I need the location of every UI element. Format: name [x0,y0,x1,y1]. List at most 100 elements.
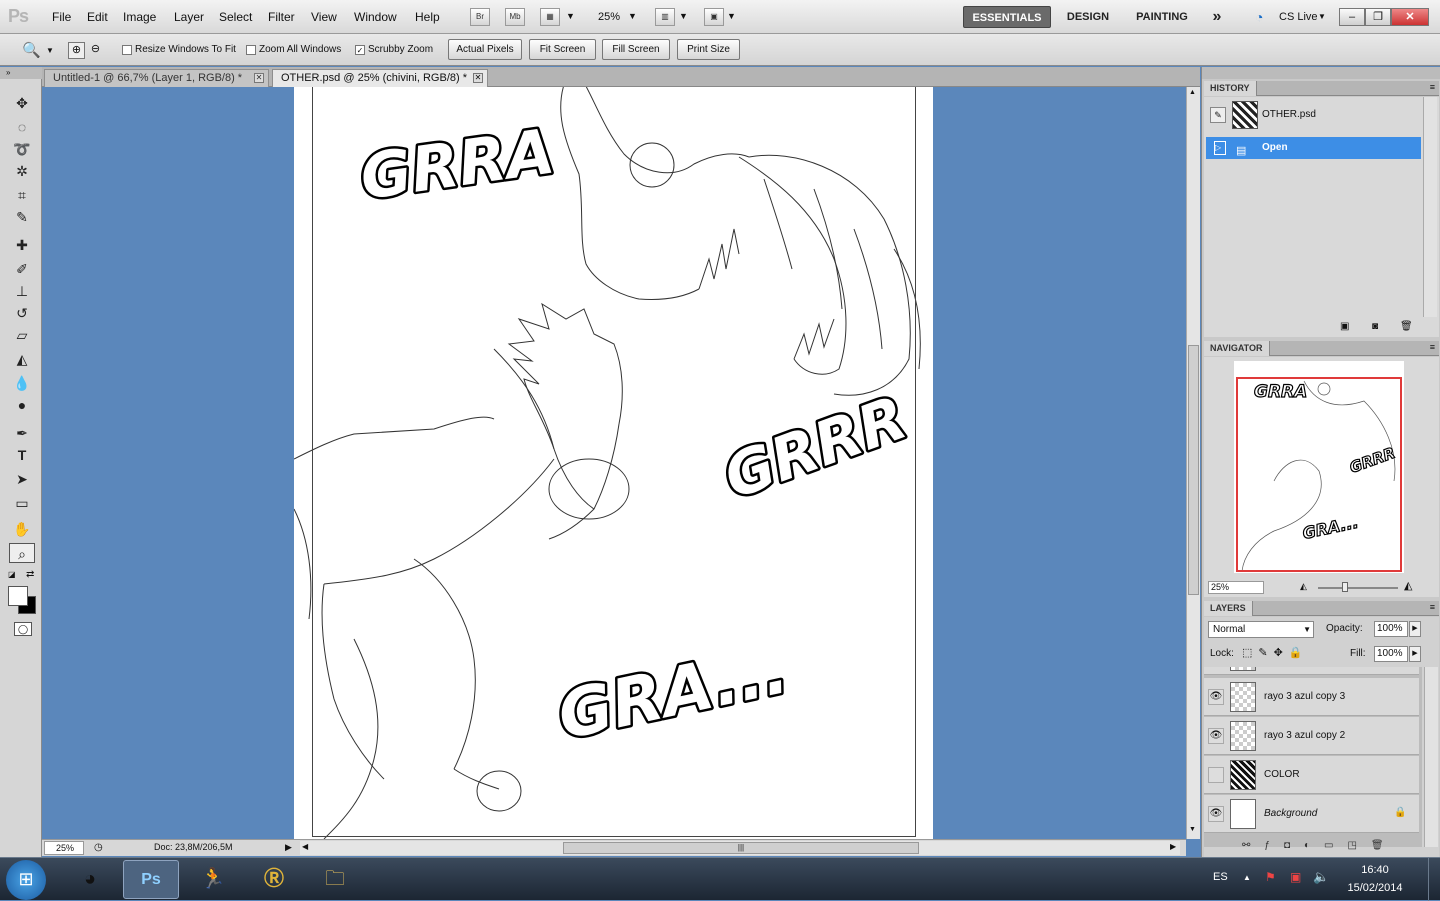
tab-untitled-1[interactable]: Untitled-1 @ 66,7% (Layer 1, RGB/8) * ✕ [44,69,269,87]
paint-bucket-tool-icon[interactable]: ◭ [9,349,35,369]
more-workspaces-button[interactable]: » [1205,6,1229,28]
workspace-design[interactable]: DESIGN [1060,6,1116,28]
dodge-tool-icon[interactable]: ● [9,395,35,415]
hand-tool-icon[interactable]: ✋ [9,519,35,539]
actual-pixels-button[interactable]: Actual Pixels [448,39,522,60]
clock-date[interactable]: 15/02/2014 [1340,882,1410,894]
type-tool-icon[interactable]: T [9,445,35,465]
screen-mode-dropdown-icon[interactable]: ▼ [727,11,736,21]
eyedropper-tool-icon[interactable]: ✎ [9,207,35,227]
menu-help[interactable]: Help [415,10,440,24]
foreground-color-swatch[interactable] [8,586,28,606]
zoom-in-mountain-icon[interactable]: ◭ [1404,579,1412,592]
status-menu-arrow-icon[interactable]: ▶ [285,842,292,853]
eraser-tool-icon[interactable]: ▱ [9,325,35,345]
tab-layers[interactable]: LAYERS [1204,601,1253,616]
fill-field[interactable]: 100% [1374,646,1408,662]
zoom-all-windows-checkbox[interactable]: Zoom All Windows [246,44,341,55]
zbrush-icon[interactable]: 🏃 [185,860,241,899]
show-hidden-icons-icon[interactable]: ▲ [1243,873,1251,882]
opacity-arrow-icon[interactable]: ▶ [1409,621,1421,637]
tab-history[interactable]: HISTORY [1204,81,1257,96]
menu-edit[interactable]: Edit [87,10,108,24]
minimize-button[interactable]: – [1339,8,1365,26]
menu-image[interactable]: Image [123,10,156,24]
menu-file[interactable]: File [52,10,71,24]
show-desktop-button[interactable] [1428,858,1440,901]
pen-tool-icon[interactable]: ✒ [9,423,35,443]
scrubby-zoom-checkbox[interactable]: ✓ Scrubby Zoom [355,44,433,55]
eye-icon[interactable]: 👁 [1208,689,1224,705]
lasso-tool-icon[interactable]: ➰ [9,139,35,159]
close-icon[interactable]: ✕ [254,73,264,83]
close-icon[interactable]: ✕ [473,73,483,83]
zoom-readout-field[interactable]: 25% [44,841,84,855]
menu-window[interactable]: Window [354,10,397,24]
zoom-dropdown-icon[interactable]: ▼ [628,11,637,21]
history-brush-tool-icon[interactable]: ↺ [9,303,35,323]
swap-colors-icon[interactable]: ⇄ [26,569,34,580]
zoom-out-icon[interactable]: ⊖ [87,42,104,59]
menu-select[interactable]: Select [219,10,252,24]
view-extras-button[interactable]: ▦ [540,8,560,26]
cs-live-menu[interactable]: CS Live [1279,11,1318,23]
panel-menu-icon[interactable]: ≡ [1430,342,1435,352]
language-indicator[interactable]: ES [1213,871,1228,883]
new-document-from-state-icon[interactable]: ▣ [1340,321,1349,332]
tool-preset-dropdown-icon[interactable]: ▼ [46,46,54,55]
vertical-scrollbar[interactable]: ▲ ▼ [1186,87,1200,839]
fit-screen-button[interactable]: Fit Screen [529,39,596,60]
mini-bridge-button[interactable]: Mb [505,8,525,26]
scroll-right-icon[interactable]: ▶ [1170,842,1176,851]
clock-time[interactable]: 16:40 [1345,864,1405,876]
crop-tool-icon[interactable]: ⌗ [9,185,35,205]
canvas-area[interactable]: GRRA GRRR GRA... GRRA GRRR GRA... [42,87,1186,839]
workspace-essentials[interactable]: ESSENTIALS [963,6,1051,28]
blur-tool-icon[interactable]: 💧 [9,373,35,393]
clone-stamp-tool-icon[interactable]: ⊥ [9,281,35,301]
trash-icon[interactable]: 🗑 [1400,321,1413,332]
zoom-tool-icon[interactable]: ⌕ [9,543,35,563]
layer-row-partial[interactable] [1204,667,1419,675]
blend-mode-select[interactable]: Normal ▼ [1208,621,1314,638]
screen-mode-button[interactable]: ▣ [704,8,724,26]
layer-row[interactable]: COLOR [1204,756,1419,794]
bridge-button[interactable]: Br [470,8,490,26]
arrange-dropdown-icon[interactable]: ▼ [679,11,688,21]
layer-actions-icons[interactable]: ⚯ƒ◘◐▭◳🗑 [1242,840,1398,851]
view-extras-dropdown-icon[interactable]: ▼ [566,11,575,21]
marquee-tool-icon[interactable]: ◌ [9,117,35,137]
fill-arrow-icon[interactable]: ▶ [1409,646,1421,662]
navigator-zoom-slider[interactable] [1318,587,1398,589]
menu-filter[interactable]: Filter [268,10,295,24]
start-button[interactable]: ⊞ [6,860,46,900]
history-step-open[interactable]: ▷ ▤ Open [1206,137,1421,159]
zoom-out-mountain-icon[interactable]: ◭ [1300,581,1307,592]
horizontal-scrollbar[interactable]: ◀ ||| ▶ [300,841,1180,855]
tab-navigator[interactable]: NAVIGATOR [1204,341,1270,356]
quick-selection-tool-icon[interactable]: ✲ [9,161,35,181]
rectangle-tool-icon[interactable]: ▭ [9,493,35,513]
layer-row[interactable]: 👁 rayo 3 azul copy 3 [1204,678,1419,716]
zoom-in-icon[interactable]: ⊕ [68,42,85,59]
photoshop-taskbar-icon[interactable]: Ps [123,860,179,899]
arrange-documents-button[interactable]: ▥ [655,8,675,26]
layer-row[interactable]: 👁 Background 🔒 [1204,795,1419,833]
vertical-scroll-thumb[interactable] [1188,345,1199,595]
scroll-up-icon[interactable]: ▲ [1189,89,1196,96]
close-window-button[interactable]: ✕ [1391,8,1429,26]
chrome-icon[interactable]: ◕ [62,860,118,899]
path-selection-tool-icon[interactable]: ➤ [9,469,35,489]
navigator-view-box[interactable] [1236,377,1402,572]
zoom-level-select[interactable]: 25% [598,11,620,23]
resize-windows-checkbox[interactable]: Resize Windows To Fit [122,44,236,55]
opacity-field[interactable]: 100% [1374,621,1408,637]
workspace-painting[interactable]: PAINTING [1128,6,1196,28]
file-explorer-icon[interactable]: 🗀 [307,860,363,899]
eye-icon[interactable]: 👁 [1208,806,1224,822]
menu-layer[interactable]: Layer [174,10,204,24]
restore-button[interactable]: ❐ [1365,8,1391,26]
tab-other-psd[interactable]: OTHER.psd @ 25% (chivini, RGB/8) * ✕ [272,69,488,87]
move-tool-icon[interactable]: ✥ [9,93,35,113]
app-r-icon[interactable]: Ⓡ [246,860,302,899]
